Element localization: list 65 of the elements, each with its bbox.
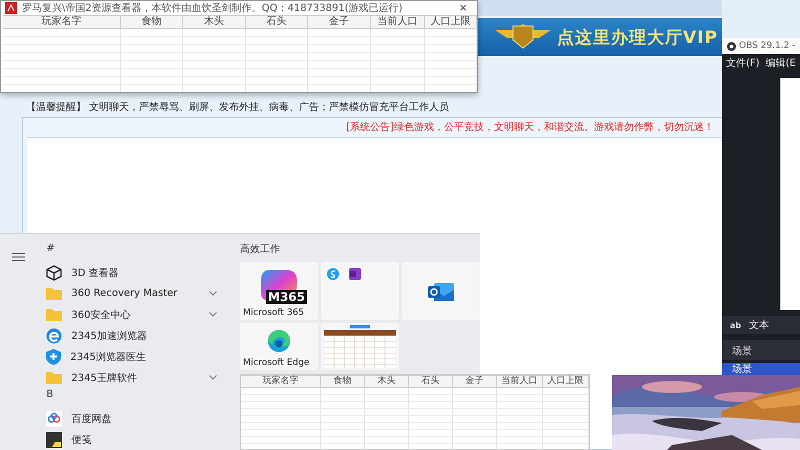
column-header[interactable]: 人口上限 [425,15,477,29]
source-label: 文本 [749,318,770,332]
mail-app-icon [428,282,454,302]
panel-heading: 场景 [722,340,800,360]
spreadsheet-drawing [324,325,396,368]
note-icon [46,432,62,448]
reminder-text: 【温馨提醒】 文明聊天，严禁辱骂、刷屏、发布外挂、病毒、广告；严禁模仿冒充平台工作人员 [25,100,450,115]
app-tile[interactable] [402,262,480,320]
scene-item[interactable]: 场景 [722,363,800,376]
chevron-icon [209,291,217,296]
tile-label: Microsoft 365 [243,308,304,318]
column-header[interactable]: 金子 [308,15,371,29]
source-row[interactable]: ab 文本 [722,316,800,334]
browser-logo-icon [267,329,291,353]
app-list-item[interactable]: 2345王牌软件 [38,367,227,388]
column-header[interactable]: 玩家名字 [3,15,121,29]
column-header[interactable]: 当前人口 [497,375,543,388]
section-heading: 高效工作 [240,242,281,257]
vip-banner[interactable]: 点这里办理大厅VIP [478,18,722,56]
app-tile[interactable]: Microsoft Edge [240,323,318,370]
app-list-item[interactable]: 2345浏览器医生 [38,346,227,367]
section-letter[interactable]: # [38,242,227,262]
folder-icon [46,371,62,384]
badge: M365 [266,290,307,304]
chevron-icon [209,312,217,317]
chat-app-icon [327,268,339,280]
column-header[interactable]: 食物 [121,15,183,29]
column-header[interactable]: 木头 [183,15,246,29]
app-list-item[interactable]: 360 Recovery Master [38,283,227,304]
browser-icon [46,328,62,344]
banner-text: 点这里办理大厅VIP [557,26,718,48]
section-letter[interactable]: B [38,388,227,408]
column-header[interactable]: 食物 [321,375,365,388]
shield-icon [46,348,62,364]
notice-text: [系统公告]绿色游戏，公平竞技，文明聊天，和谐交流。游戏请勿作弊，切勿沉迷！ [345,120,715,135]
cube-icon [46,264,62,280]
tile-label: Microsoft Edge [243,358,310,368]
app-list-item[interactable]: 2345加速浏览器 [38,325,227,346]
menu-item[interactable]: 文件(F) [726,56,760,70]
cloud-icon [46,410,62,426]
column-header[interactable]: 玩家名字 [241,375,321,388]
folder-icon [46,287,62,300]
column-header[interactable]: 金子 [453,375,497,388]
notebook-icon [349,268,361,280]
folder-icon [46,308,62,321]
chevron-icon [209,375,217,380]
source-type-label: ab [730,320,742,330]
column-header[interactable]: 人口上限 [543,375,589,388]
close-button[interactable]: × [455,1,471,15]
app-tile[interactable]: M365 Microsoft 365 [240,262,318,320]
column-header[interactable]: 当前人口 [371,15,425,29]
window-title: 罗马复兴\帝国2资源查看器，本软件由血饮圣剑制作。QQ：418733891(游戏已运行) [22,2,404,15]
app-list-item[interactable]: 360安全中心 [38,304,227,325]
app-list-item[interactable]: 百度网盘 [38,408,227,429]
app-tile[interactable] [321,262,399,320]
column-header[interactable]: 木头 [365,375,409,388]
column-header[interactable]: 石头 [246,15,308,29]
app-list-item[interactable]: 便笺 [38,429,227,450]
app-logo-icon [727,42,736,50]
app-list-item[interactable]: 3D 查看器 [38,262,227,283]
menu-icon[interactable] [12,253,25,261]
menu-item[interactable]: 编辑(E [766,56,796,70]
column-header[interactable]: 石头 [409,375,453,388]
window-title: OBS 29.1.2 - [739,41,796,51]
app-tile[interactable] [321,323,399,370]
